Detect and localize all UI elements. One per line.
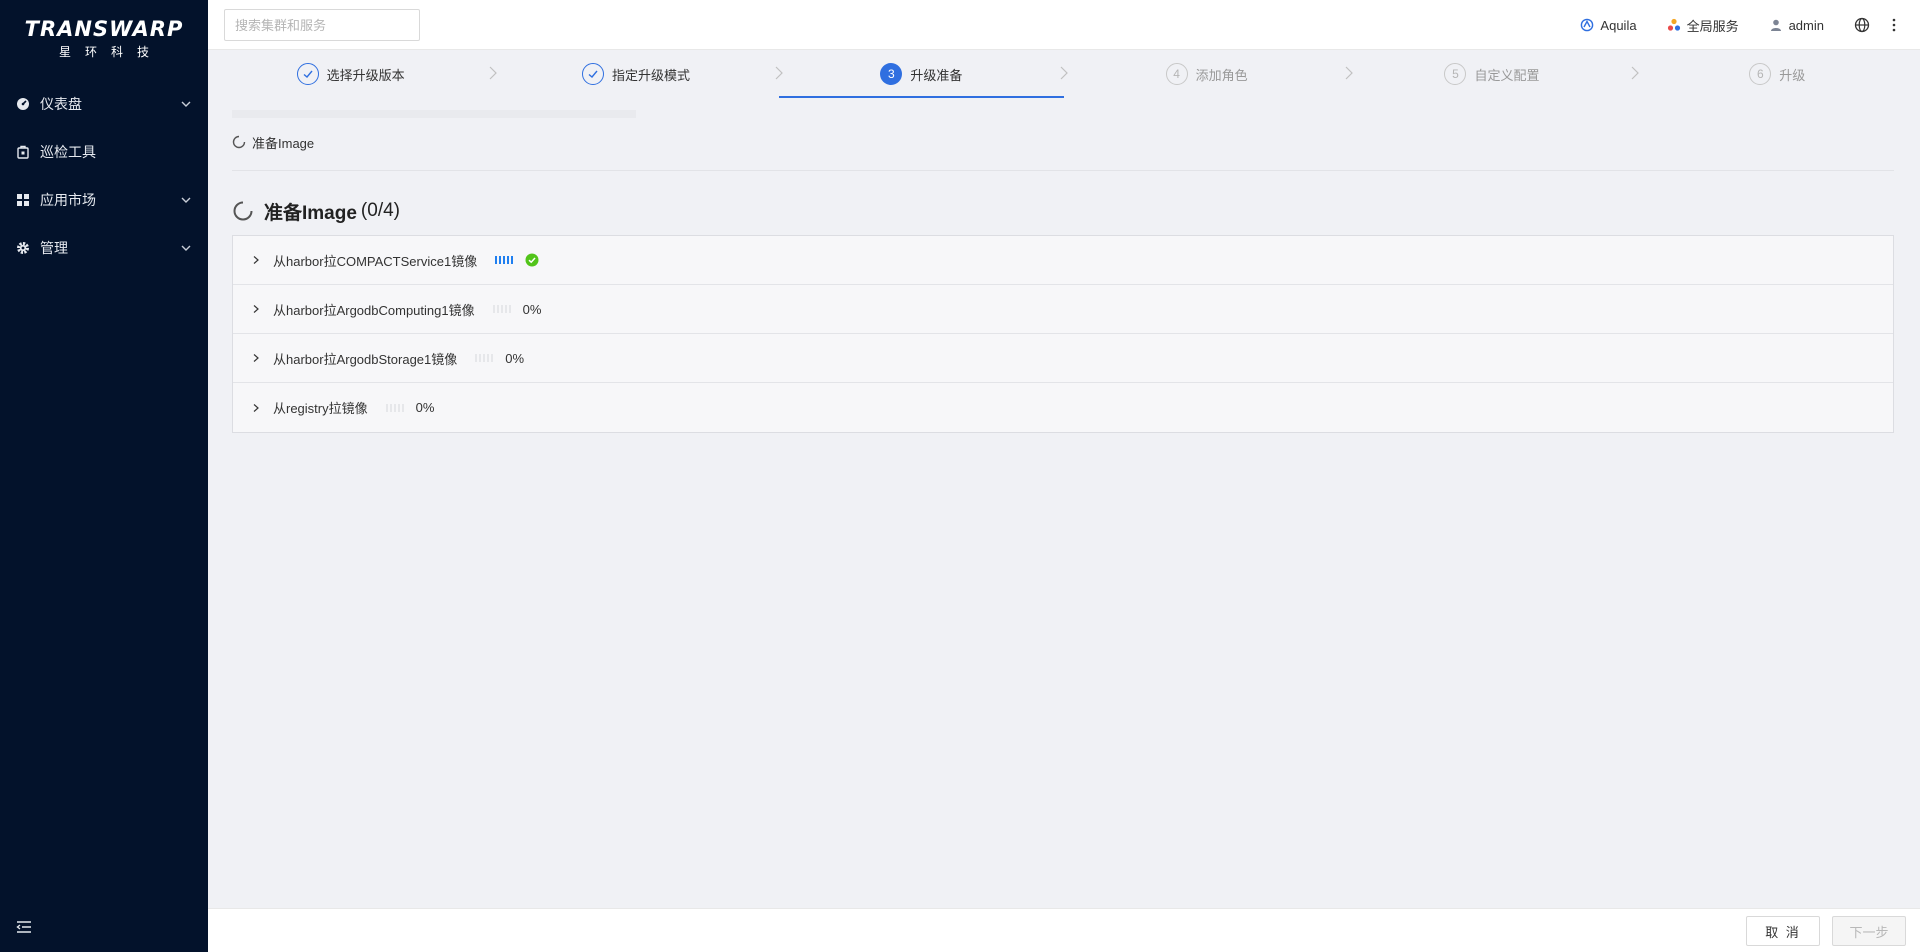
step-label: 升级准备 [910,67,963,83]
footer-bar: 取 消 下一步 [208,908,1920,952]
inspection-icon [16,145,30,159]
sidebar-item-app-market[interactable]: 应用市场 [0,176,208,224]
step-label: 选择升级版本 [326,67,405,83]
sidebar-item-label: 应用市场 [40,192,96,208]
language-button[interactable] [1854,17,1876,33]
more-menu-button[interactable] [1892,18,1902,32]
task-label: 从registry拉镜像 [273,401,368,416]
task-label: 从harbor拉ArgodbComputing1镜像 [273,302,475,318]
more-vertical-icon [1892,18,1896,32]
step-upgrade[interactable]: 6 升级 [1635,50,1920,98]
chevron-right-icon[interactable] [251,255,261,265]
section-title-text: 准备Image [264,202,357,224]
step-select-version[interactable]: 选择升级版本 [208,50,498,98]
sidebar-item-inspection[interactable]: 巡检工具 [0,128,208,176]
check-icon [581,63,604,85]
task-row[interactable]: 从harbor拉COMPACTService1镜像 [233,236,1893,285]
chevron-right-icon[interactable] [251,403,261,413]
user-label: admin [1788,17,1824,33]
step-upgrade-prepare[interactable]: 3 升级准备 [778,50,1068,98]
global-service-label: 全局服务 [1686,18,1739,34]
step-label: 指定升级模式 [611,67,690,83]
main-content: 准备Image 准备Image (0/4) 从harbor拉COMPACTSer… [232,110,1894,433]
dashboard-icon [16,97,30,111]
step-label: 自定义配置 [1474,67,1540,83]
sidebar-nav: 仪表盘 巡检工具 应用市场 管理 [0,80,208,272]
next-step-button[interactable]: 下一步 [1832,916,1906,946]
progress-indicator [495,256,515,264]
step-number: 5 [1444,63,1467,85]
cancel-button[interactable]: 取 消 [1746,916,1820,946]
global-service-icon [1667,18,1680,31]
task-label: 从harbor拉ArgodbStorage1镜像 [273,351,458,367]
placeholder-bar [232,110,636,118]
task-percent: 0% [415,400,435,415]
current-status: 准备Image [232,132,1894,152]
chevron-right-icon[interactable] [251,304,261,314]
loading-spinner-icon [233,201,253,221]
task-row[interactable]: 从harbor拉ArgodbStorage1镜像 0% [233,334,1893,383]
search-input[interactable] [235,17,411,33]
cluster-search-select[interactable] [224,9,420,41]
chevron-down-icon [181,245,191,251]
brand-name: TRANSWARP [24,16,184,41]
step-label: 升级 [1779,67,1806,83]
global-service-button[interactable]: 全局服务 [1667,16,1739,35]
chevron-down-icon [181,101,191,107]
chevron-right-icon[interactable] [251,353,261,363]
user-menu[interactable]: admin [1769,18,1824,33]
sidebar-item-label: 仪表盘 [40,96,82,112]
step-number: 4 [1165,63,1188,85]
brand-subtitle: 星环科技 [58,44,163,59]
step-specify-mode[interactable]: 指定升级模式 [493,50,783,98]
sidebar-item-label: 巡检工具 [40,144,96,160]
task-row[interactable]: 从harbor拉ArgodbComputing1镜像 0% [233,285,1893,334]
aquila-button[interactable]: Aquila [1580,17,1637,33]
loading-spinner-icon [232,135,246,149]
chevron-down-icon [181,197,191,203]
sidebar-item-management[interactable]: 管理 [0,224,208,272]
progress-indicator [475,354,495,362]
step-custom-config[interactable]: 5 自定义配置 [1349,50,1639,98]
task-label: 从harbor拉COMPACTService1镜像 [273,253,478,269]
section-count: (0/4) [360,200,400,221]
aquila-label: Aquila [1600,17,1637,33]
step-label: 添加角色 [1195,67,1248,83]
task-row[interactable]: 从registry拉镜像 0% [233,383,1893,432]
globe-icon [1854,17,1870,33]
progress-indicator [385,403,406,412]
task-percent: 0% [522,301,542,317]
task-percent: 0% [505,350,525,366]
sidebar: TRANSWARP 星环科技 仪表盘 巡检工具 应用市场 管理 [0,0,208,952]
status-text: 准备Image [252,135,315,151]
sidebar-item-label: 管理 [40,240,68,256]
upgrade-steps: 选择升级版本 指定升级模式 3 升级准备 4 添加角色 5 自定义配置 6 升级 [208,50,1920,98]
section-title: 准备Image (0/4) [232,197,1894,225]
divider [232,170,1894,171]
app-market-icon [16,193,30,207]
step-add-role[interactable]: 4 添加角色 [1064,50,1354,98]
progress-indicator [492,305,513,313]
step-number: 3 [880,63,903,85]
success-check-icon [525,253,539,267]
step-number: 6 [1749,63,1772,85]
brand-logo[interactable]: TRANSWARP 星环科技 [0,0,208,72]
menu-collapse-icon[interactable] [16,920,32,934]
top-header: Aquila 全局服务 admin [208,0,1920,50]
aquila-icon [1581,18,1594,32]
header-actions: Aquila 全局服务 admin [1550,0,1902,50]
check-icon [296,63,319,85]
gear-icon [16,241,30,255]
sidebar-item-dashboard[interactable]: 仪表盘 [0,80,208,128]
user-icon [1770,19,1781,31]
task-list: 从harbor拉COMPACTService1镜像 从harbor拉Argodb… [232,235,1894,433]
